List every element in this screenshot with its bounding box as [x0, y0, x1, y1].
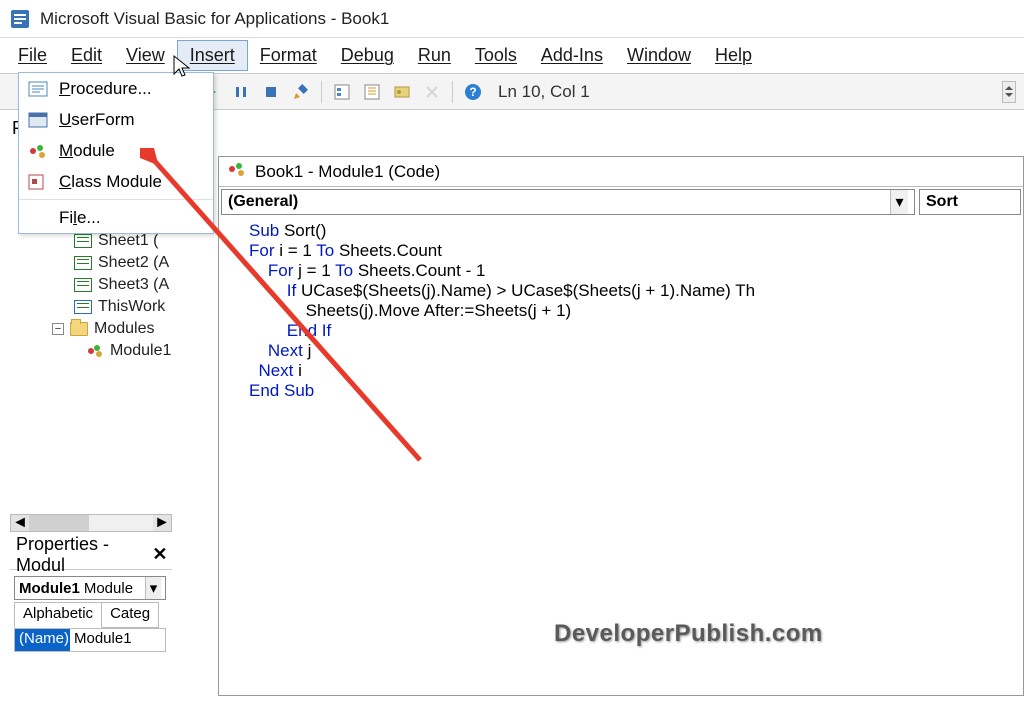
- property-row[interactable]: (Name) Module1: [15, 629, 165, 651]
- tree-node-modules-folder[interactable]: − Modules: [30, 318, 172, 340]
- insert-menu-procedure[interactable]: Procedure...: [19, 73, 213, 104]
- menu-window[interactable]: Window: [615, 41, 703, 70]
- tree-label: Modules: [94, 320, 154, 338]
- tree-node-sheet3[interactable]: Sheet3 (A: [30, 274, 172, 296]
- scroll-track[interactable]: [29, 515, 153, 531]
- reset-icon[interactable]: [258, 79, 284, 105]
- tab-categorized[interactable]: Categ: [101, 602, 159, 628]
- insert-menu-label: Module: [59, 141, 115, 161]
- toolbox-icon[interactable]: [419, 79, 445, 105]
- project-explorer-hscroll[interactable]: ◄ ►: [10, 514, 172, 532]
- properties-window-icon[interactable]: [359, 79, 385, 105]
- menu-debug[interactable]: Debug: [329, 41, 406, 70]
- code-editor[interactable]: Sub Sort()For i = 1 To Sheets.Count For …: [219, 217, 1023, 405]
- property-key: (Name): [15, 629, 70, 651]
- object-selector-value: (General): [228, 193, 298, 211]
- chevron-down-icon[interactable]: ▾: [890, 190, 908, 214]
- expander-icon[interactable]: −: [52, 323, 64, 335]
- help-icon[interactable]: ?: [460, 79, 486, 105]
- titlebar: Microsoft Visual Basic for Applications …: [0, 0, 1024, 38]
- menu-insert[interactable]: Insert: [177, 40, 248, 71]
- menu-help[interactable]: Help: [703, 41, 764, 70]
- toolbar-overflow-button[interactable]: [1002, 81, 1016, 103]
- insert-menu-userform[interactable]: UserForm: [19, 104, 213, 135]
- tree-label: ThisWork: [98, 298, 165, 316]
- svg-text:?: ?: [469, 85, 476, 99]
- properties-window-title: Properties - Modul ✕: [10, 540, 172, 570]
- blank-icon: [27, 207, 49, 229]
- procedure-selector-value: Sort: [926, 193, 958, 211]
- break-icon[interactable]: [228, 79, 254, 105]
- tree-node-sheet2[interactable]: Sheet2 (A: [30, 252, 172, 274]
- combo-type: Module: [84, 580, 133, 597]
- module-icon: [27, 140, 49, 162]
- combo-name: Module1: [19, 580, 80, 597]
- vba-app-icon: [8, 7, 32, 31]
- properties-tabs: Alphabetic Categ: [14, 602, 166, 628]
- worksheet-icon: [74, 278, 92, 292]
- tree-label: Sheet1 (: [98, 232, 158, 250]
- insert-menu-label: Procedure...: [59, 79, 152, 99]
- userform-icon: [27, 109, 49, 131]
- insert-menu-label: UserForm: [59, 110, 135, 130]
- insert-menu-class-module[interactable]: Class Module: [19, 166, 213, 197]
- separator: [452, 81, 453, 103]
- class-module-icon: [27, 171, 49, 193]
- code-selectors: (General) ▾ Sort: [219, 187, 1023, 217]
- chevron-down-icon[interactable]: ▾: [145, 577, 161, 599]
- module-icon: [86, 344, 104, 358]
- tree-label: Sheet2 (A: [98, 254, 169, 272]
- menu-view[interactable]: View: [114, 41, 177, 70]
- project-explorer-tree[interactable]: Sheet1 ( Sheet2 (A Sheet3 (A ThisWork − M…: [30, 230, 172, 362]
- folder-icon: [70, 322, 88, 336]
- menubar: File Edit View Insert Format Debug Run T…: [0, 38, 1024, 74]
- insert-menu-label: File...: [59, 208, 101, 228]
- tree-label: Module1: [110, 342, 171, 360]
- insert-menu-dropdown: Procedure... UserForm Module Class Modul…: [18, 72, 214, 234]
- close-icon[interactable]: ✕: [150, 544, 170, 566]
- menu-format[interactable]: Format: [248, 41, 329, 70]
- insert-menu-file[interactable]: File...: [19, 202, 213, 233]
- worksheet-icon: [74, 256, 92, 270]
- scroll-right-button[interactable]: ►: [153, 515, 171, 531]
- insert-menu-label: Class Module: [59, 172, 162, 192]
- worksheet-icon: [74, 234, 92, 248]
- window-title: Microsoft Visual Basic for Applications …: [40, 9, 389, 29]
- menu-file[interactable]: File: [6, 41, 59, 70]
- insert-menu-module[interactable]: Module: [19, 135, 213, 166]
- code-window-title-text: Book1 - Module1 (Code): [255, 162, 440, 182]
- watermark-text: DeveloperPublish.com: [554, 620, 823, 648]
- design-mode-icon[interactable]: [288, 79, 314, 105]
- tab-alphabetic[interactable]: Alphabetic: [14, 602, 102, 628]
- properties-object-selector[interactable]: Module1 Module ▾: [14, 576, 166, 600]
- properties-grid: (Name) Module1: [14, 628, 166, 652]
- procedure-icon: [27, 78, 49, 100]
- properties-title-text: Properties - Modul: [16, 534, 150, 576]
- tree-node-thisworkbook[interactable]: ThisWork: [30, 296, 172, 318]
- module-icon: [227, 161, 247, 182]
- workbook-icon: [74, 300, 92, 314]
- code-window: Book1 - Module1 (Code) (General) ▾ Sort S…: [218, 156, 1024, 696]
- object-selector[interactable]: (General) ▾: [221, 189, 915, 215]
- menu-run[interactable]: Run: [406, 41, 463, 70]
- separator: [321, 81, 322, 103]
- tree-label: Sheet3 (A: [98, 276, 169, 294]
- scroll-thumb[interactable]: [29, 515, 89, 531]
- menu-addins[interactable]: Add-Ins: [529, 41, 615, 70]
- property-value[interactable]: Module1: [70, 629, 165, 651]
- menu-tools[interactable]: Tools: [463, 41, 529, 70]
- code-window-titlebar[interactable]: Book1 - Module1 (Code): [219, 157, 1023, 187]
- scroll-left-button[interactable]: ◄: [11, 515, 29, 531]
- object-browser-icon[interactable]: [389, 79, 415, 105]
- menu-separator: [19, 199, 213, 200]
- tree-node-module1[interactable]: Module1: [30, 340, 172, 362]
- project-explorer-icon[interactable]: [329, 79, 355, 105]
- menu-edit[interactable]: Edit: [59, 41, 114, 70]
- cursor-position-status: Ln 10, Col 1: [498, 82, 590, 102]
- procedure-selector[interactable]: Sort: [919, 189, 1021, 215]
